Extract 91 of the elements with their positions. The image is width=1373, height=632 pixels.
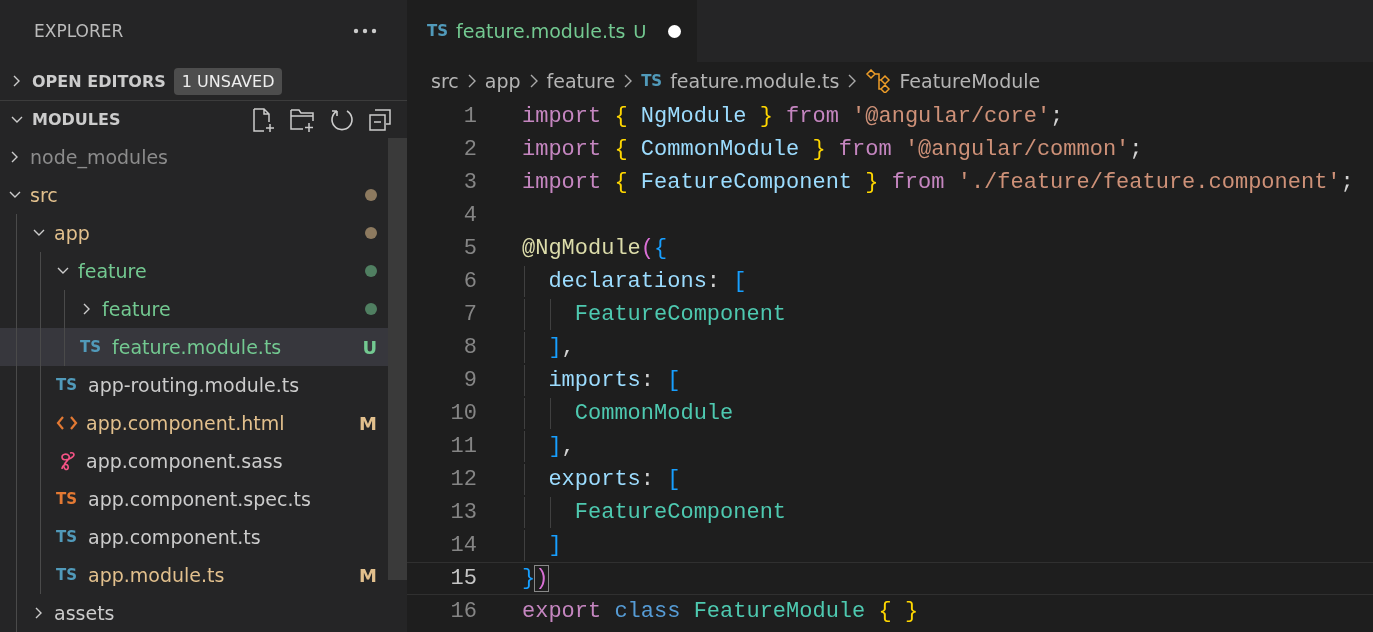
new-folder-icon[interactable] (289, 106, 317, 133)
code-brackets-icon (56, 415, 78, 431)
editor-tab[interactable]: TS feature.module.ts U (407, 0, 698, 62)
tree-item[interactable]: assets (0, 594, 388, 632)
code-line: @NgModule({ (522, 236, 668, 261)
line-number: 15 (449, 566, 477, 591)
typescript-file-icon: TS (56, 376, 80, 394)
line-number: 4 (462, 203, 477, 228)
git-status: M (359, 564, 377, 586)
line-number: 10 (449, 401, 477, 426)
typescript-file-icon: TS (56, 566, 80, 584)
tree-item[interactable]: TS app.component.spec.ts (0, 480, 388, 518)
file-name: feature (102, 298, 171, 320)
chevron-icon (623, 73, 634, 89)
code-line: exports: [ (547, 467, 681, 492)
code-line: CommonModule (573, 401, 734, 426)
file-name: app.module.ts (88, 564, 225, 586)
line-number: 8 (462, 335, 477, 360)
code-line: FeatureComponent (573, 302, 787, 327)
breadcrumb-item[interactable]: app (484, 70, 521, 92)
line-number: 16 (449, 599, 477, 624)
tree-item[interactable]: TS app.module.ts M (0, 556, 388, 594)
line-number: 1 (462, 104, 477, 129)
code-line: import { CommonModule } from '@angular/common'; (522, 137, 1143, 162)
breadcrumb-item[interactable]: feature (546, 70, 616, 92)
typescript-file-icon: TS (427, 22, 449, 40)
breadcrumb-item[interactable]: feature.module.ts (670, 70, 840, 92)
typescript-file-icon: TS (80, 338, 104, 356)
line-number: 9 (462, 368, 477, 393)
tree-item[interactable]: app.component.html M (0, 404, 388, 442)
tree-item[interactable]: TS feature.module.ts U (0, 328, 388, 366)
file-name: app.component.spec.ts (88, 488, 311, 510)
code-line: import { NgModule } from '@angular/core'; (522, 104, 1064, 129)
file-name: assets (54, 602, 115, 624)
new-file-icon[interactable] (251, 106, 277, 133)
scrollbar[interactable] (388, 138, 407, 580)
chevron-icon (847, 73, 858, 89)
section-title[interactable]: MODULES (32, 110, 121, 129)
typescript-file-icon: TS (56, 490, 80, 508)
more-actions-icon[interactable] (353, 28, 377, 34)
tree-item[interactable]: feature (0, 290, 388, 328)
file-name: app.component.ts (88, 526, 261, 548)
chevron-icon (466, 73, 477, 89)
code-line: imports: [ (547, 368, 681, 393)
class-symbol-icon (865, 69, 892, 93)
tab-label: feature.module.ts (456, 20, 626, 42)
explorer-title: EXPLORER (34, 21, 124, 41)
file-name: app (54, 222, 90, 244)
code-line: import { FeatureComponent } from './feature/feature.component'; (522, 170, 1354, 195)
line-number: 6 (462, 269, 477, 294)
file-name: feature.module.ts (112, 336, 282, 358)
line-number: 11 (449, 434, 477, 459)
code-line: ], (547, 335, 575, 360)
git-status: U (362, 336, 377, 358)
breadcrumb-item[interactable]: src (431, 70, 459, 92)
code-line: ], (547, 434, 575, 459)
tree-item[interactable]: app.component.sass (0, 442, 388, 480)
tree-item[interactable]: TS app-routing.module.ts (0, 366, 388, 404)
line-number: 13 (449, 500, 477, 525)
typescript-file-icon: TS (641, 72, 663, 90)
tree-item[interactable]: src (0, 176, 388, 214)
breadcrumb-item[interactable]: FeatureModule (899, 70, 1041, 92)
line-number: 12 (449, 467, 477, 492)
collapse-all-icon[interactable] (367, 106, 393, 133)
unsaved-badge: 1 UNSAVED (173, 67, 283, 95)
file-name: app.component.html (86, 412, 285, 434)
line-number: 5 (462, 236, 477, 261)
code-line: declarations: [ (547, 269, 747, 294)
tree-item[interactable]: node_modules (0, 138, 388, 176)
code-line: }) (522, 566, 549, 591)
line-number: 14 (449, 533, 477, 558)
tree-item[interactable]: app (0, 214, 388, 252)
typescript-file-icon: TS (56, 528, 80, 546)
line-number: 3 (462, 170, 477, 195)
chevron-icon (528, 73, 539, 89)
file-name: app-routing.module.ts (88, 374, 300, 396)
code-line: ] (547, 533, 562, 558)
tree-item[interactable]: TS app.component.ts (0, 518, 388, 556)
code-line: FeatureComponent (573, 500, 787, 525)
line-number: 7 (462, 302, 477, 327)
file-name: node_modules (30, 146, 169, 168)
git-status: U (633, 20, 647, 42)
section-title[interactable]: OPEN EDITORS (32, 71, 166, 91)
code-line: export class FeatureModule { } (522, 599, 919, 624)
unsaved-dot-icon[interactable] (668, 24, 682, 38)
git-status: M (359, 412, 377, 434)
file-name: feature (78, 260, 147, 282)
line-number: 2 (462, 137, 477, 162)
file-name: src (30, 184, 58, 206)
tree-item[interactable]: feature (0, 252, 388, 290)
file-name: app.component.sass (86, 450, 283, 472)
